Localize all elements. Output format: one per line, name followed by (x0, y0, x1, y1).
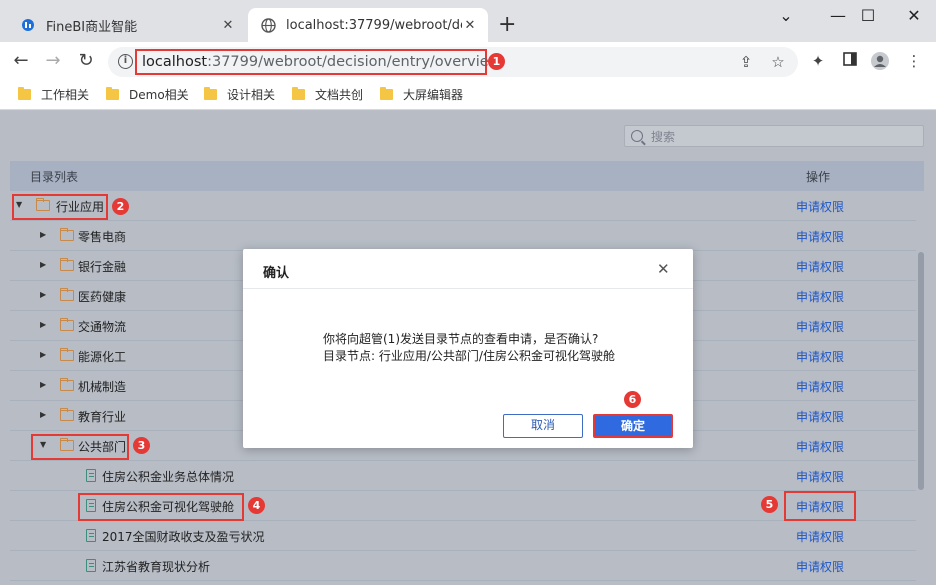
scrollbar[interactable] (918, 252, 924, 490)
folder-icon (204, 87, 217, 100)
globe-icon (260, 17, 276, 33)
url-text[interactable]: localhost:37799/webroot/decision/entry/o… (135, 49, 501, 75)
collapsed-arrow-icon[interactable]: ▶ (40, 230, 46, 239)
annotation-badge-6: 6 (624, 391, 641, 408)
request-permission-link[interactable]: 申请权限 (796, 318, 844, 335)
tab-title: localhost:37799/webroot/decis (286, 17, 462, 33)
browser-tab-bar: FineBI商业智能 ✕ localhost:37799/webroot/dec… (0, 0, 936, 42)
folder-icon (60, 227, 74, 241)
maximize-icon[interactable]: ☐ (846, 6, 890, 25)
bookmark-folder[interactable]: Demo相关 (106, 86, 189, 103)
close-icon[interactable]: ✕ (657, 260, 670, 278)
new-tab-plus-icon[interactable]: + (498, 12, 516, 38)
close-tab-icon[interactable]: ✕ (462, 18, 478, 33)
tab-finebi[interactable]: FineBI商业智能 ✕ (8, 8, 246, 42)
confirm-button[interactable]: 确定 (593, 414, 673, 438)
star-bookmark-icon[interactable]: ☆ (768, 52, 788, 72)
folder-icon (380, 87, 393, 100)
request-permission-link[interactable]: 申请权限 (796, 558, 844, 575)
folder-icon (60, 287, 74, 301)
bookmark-folder[interactable]: 设计相关 (204, 86, 275, 103)
reload-icon[interactable]: ↻ (75, 50, 97, 72)
share-icon[interactable]: ⇪ (736, 52, 756, 72)
request-permission-link[interactable]: 申请权限 (796, 198, 844, 215)
search-input[interactable]: 搜索 (624, 125, 924, 147)
dialog-title: 确认 (263, 266, 290, 281)
forward-arrow-icon[interactable]: → (42, 50, 64, 72)
annotation-badge-3: 3 (133, 437, 150, 454)
info-icon[interactable]: i (118, 54, 133, 69)
folder-icon (60, 407, 74, 421)
dashboard-doc-icon (86, 469, 96, 482)
table-row[interactable]: 2017全国财政收支及盈亏状况 申请权限 (10, 521, 916, 551)
header-catalog: 目录列表 (30, 169, 79, 184)
request-permission-link[interactable]: 申请权限 (796, 348, 844, 365)
finebi-favicon-icon (20, 17, 36, 33)
annotation-badge-2: 2 (112, 198, 129, 215)
extensions-puzzle-icon[interactable]: ✦ (808, 51, 828, 71)
collapsed-arrow-icon[interactable]: ▶ (40, 260, 46, 269)
highlight-box (31, 434, 129, 460)
table-row[interactable]: ▼ 行业应用 申请权限 (10, 191, 916, 221)
collapsed-arrow-icon[interactable]: ▶ (40, 380, 46, 389)
bookmark-folder[interactable]: 工作相关 (18, 86, 89, 103)
close-tab-icon[interactable]: ✕ (220, 18, 236, 33)
request-permission-link[interactable]: 申请权限 (796, 378, 844, 395)
table-row[interactable]: ▶ 零售电商 申请权限 (10, 221, 916, 251)
collapsed-arrow-icon[interactable]: ▶ (40, 350, 46, 359)
request-permission-link[interactable]: 申请权限 (796, 258, 844, 275)
request-permission-link[interactable]: 申请权限 (796, 468, 844, 485)
chevron-down-icon[interactable]: ⌄ (764, 6, 808, 25)
bookmarks-bar: 工作相关 Demo相关 设计相关 文档共创 大屏编辑器 (0, 80, 936, 110)
highlight-box (12, 194, 108, 220)
header-action: 操作 (806, 169, 831, 184)
table-row[interactable]: 住房公积金业务总体情况 申请权限 (10, 461, 916, 491)
folder-icon (18, 87, 31, 100)
request-permission-link[interactable]: 申请权限 (796, 228, 844, 245)
back-arrow-icon[interactable]: ← (10, 50, 32, 72)
tab-title: FineBI商业智能 (46, 19, 138, 35)
collapsed-arrow-icon[interactable]: ▶ (40, 320, 46, 329)
search-icon (631, 130, 643, 142)
annotation-badge-5: 5 (761, 496, 778, 513)
confirm-dialog: 确认 ✕ 你将向超管(1)发送目录节点的查看申请，是否确认? 目录节点: 行业应… (243, 249, 693, 448)
cancel-button[interactable]: 取消 (503, 414, 583, 438)
folder-icon (60, 317, 74, 331)
folder-icon (106, 87, 119, 100)
address-bar[interactable]: i localhost:37799/webroot/decision/entry… (108, 47, 798, 77)
folder-icon (60, 377, 74, 391)
side-panel-icon[interactable] (840, 51, 860, 71)
folder-icon (60, 257, 74, 271)
profile-avatar-icon[interactable] (870, 51, 890, 71)
folder-icon (292, 87, 305, 100)
request-permission-link[interactable]: 申请权限 (796, 408, 844, 425)
collapsed-arrow-icon[interactable]: ▶ (40, 410, 46, 419)
request-permission-link[interactable]: 申请权限 (796, 438, 844, 455)
table-row[interactable]: 江苏省教育现状分析 申请权限 (10, 551, 916, 581)
annotation-badge-1: 1 (488, 53, 505, 70)
annotation-badge-4: 4 (248, 497, 265, 514)
dialog-header: 确认 ✕ (243, 249, 693, 289)
dialog-message: 你将向超管(1)发送目录节点的查看申请，是否确认? 目录节点: 行业应用/公共部… (323, 332, 615, 363)
highlight-box (784, 491, 856, 521)
request-permission-link[interactable]: 申请权限 (796, 528, 844, 545)
highlight-box (78, 493, 244, 521)
more-menu-icon[interactable]: ⋮ (904, 51, 924, 71)
close-window-icon[interactable]: ✕ (892, 6, 936, 25)
collapsed-arrow-icon[interactable]: ▶ (40, 290, 46, 299)
bookmark-folder[interactable]: 文档共创 (292, 86, 363, 103)
dashboard-doc-icon (86, 529, 96, 542)
dashboard-doc-icon (86, 559, 96, 572)
table-header: 目录列表 操作 (10, 161, 924, 191)
request-permission-link[interactable]: 申请权限 (796, 288, 844, 305)
browser-toolbar: ← → ↻ i localhost:37799/webroot/decision… (0, 42, 936, 80)
tab-localhost[interactable]: localhost:37799/webroot/decis ✕ (248, 8, 488, 42)
folder-icon (60, 347, 74, 361)
bookmark-folder[interactable]: 大屏编辑器 (380, 86, 463, 103)
